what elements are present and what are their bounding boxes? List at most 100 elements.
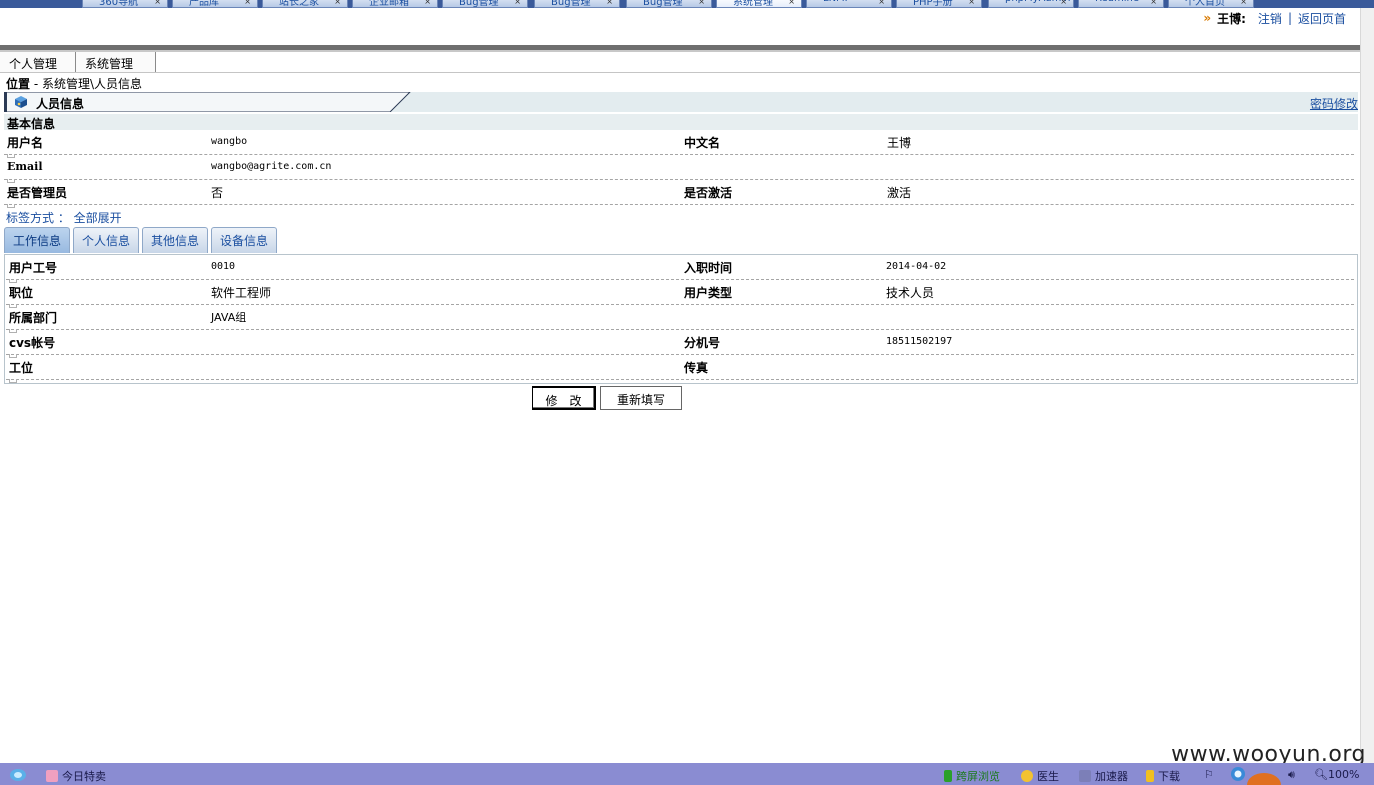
browser-tab[interactable]: 产品库 × [172,0,258,8]
close-icon[interactable]: × [878,0,885,6]
close-icon[interactable]: × [514,0,521,6]
browser-tab[interactable]: 系统管理 × [716,0,802,8]
employee-id-label: 用户工号 [9,261,58,275]
download-item[interactable]: 下载 [1146,768,1180,784]
deals-item[interactable]: 今日特卖 [46,768,106,784]
close-icon[interactable]: × [424,0,431,6]
status-badge-icon[interactable] [1244,769,1284,785]
browser-tab[interactable]: 企业邮箱 × [352,0,438,8]
doctor-item[interactable]: 医生 [1021,768,1059,784]
download-label: 下载 [1158,770,1180,783]
browser-tab-label: 360导航 [99,0,139,8]
seat-label: 工位 [9,361,34,375]
header-band-shadow [0,50,1360,52]
browser-tab[interactable]: 个人首页 × [1168,0,1254,8]
browser-tab-label: 系统管理 [733,0,773,8]
cross-screen-label: 跨屏浏览 [956,770,1000,783]
close-icon[interactable]: × [1060,0,1067,6]
browser-status-bar: 今日特卖 跨屏浏览 医生 加速器 下载 ⚐ 🔊︎ 🔍︎100% [0,763,1374,785]
is-active-value: 激活 [887,186,912,200]
username-value: wangbo [211,136,248,147]
is-active-label: 是否激活 [684,186,733,200]
close-icon[interactable]: × [1150,0,1157,6]
extension-label: 分机号 [684,336,721,350]
close-icon[interactable]: × [1240,0,1247,6]
browser-tab-label: 个人首页 [1185,0,1225,8]
change-password-link[interactable]: 密码修改 [1310,95,1358,112]
chinese-name-value: 王博 [887,136,912,150]
browser-tab-strip: 360导航 × 产品库 × 站长之家 × 企业邮箱 × Bug管理 × Bug管理 × Bug管理 × 系统… [0,0,1374,8]
rocket-icon [1079,770,1091,782]
user-bar: » 王博: 注销 | 返回页首 [1203,10,1346,26]
extension-value: 18511502197 [886,336,953,347]
browser-tab-label: Redmine [1095,0,1139,4]
doctor-label: 医生 [1037,770,1059,783]
cross-screen-item[interactable]: 跨屏浏览 [944,768,1000,784]
main-menu: 个人管理 系统管理 [0,52,156,72]
basic-row-username: 用户名 wangbo 中文名 王博 [4,130,1354,158]
browser-tab-label: Bug管理 [643,0,683,8]
close-icon[interactable]: × [968,0,975,6]
work-row-cvs: cvs帐号 分机号 18511502197 [6,330,1354,358]
tab-device-info[interactable]: 设备信息 [211,227,278,253]
employee-id-value: 0010 [211,261,236,272]
label-mode: 标签方式 ： 全部展开 [6,209,122,226]
hire-date-value: 2014-04-02 [886,261,947,272]
logout-link[interactable]: 注销 [1258,10,1282,27]
close-icon[interactable]: × [334,0,341,6]
modify-button[interactable]: 修 改 [532,386,596,410]
browser-tab[interactable]: Redmine × [1078,0,1164,8]
gift-icon [46,770,58,782]
browser-tab[interactable]: 站长之家 × [262,0,348,8]
ie-logo-icon[interactable] [8,767,28,785]
browser-tab-label: 产品库 [189,0,219,8]
basic-info-heading: 基本信息 [4,114,1358,131]
expand-all-link[interactable]: 全部展开 [74,211,122,225]
volume-icon[interactable]: 🔊︎ [1288,768,1295,782]
tab-other-info[interactable]: 其他信息 [142,227,209,253]
phone-icon [944,770,952,782]
basic-row-admin: 是否管理员 否 是否激活 激活 [4,180,1354,208]
close-icon[interactable]: × [788,0,795,6]
browser-tab[interactable]: PHP手册 × [896,0,982,8]
user-info-icon [15,96,27,108]
email-label: Email [7,160,43,173]
browser-tab[interactable]: LNMP × [806,0,892,8]
info-tabs: 工作信息 个人信息 其他信息 设备信息 [4,227,280,254]
menu-item-system[interactable]: 系统管理 [76,52,156,72]
browser-tab[interactable]: 360导航 × [82,0,168,8]
panel-title: 人员信息 [36,97,85,111]
close-icon[interactable]: × [606,0,613,6]
browser-tab-label: PHP手册 [913,0,953,8]
browser-tab[interactable]: Bug管理 × [626,0,712,8]
position-label: 职位 [9,286,34,300]
is-admin-label: 是否管理员 [7,186,68,200]
tab-work-info[interactable]: 工作信息 [4,227,71,253]
label-mode-label: 标签方式 ： [6,211,70,225]
work-row-department: 所属部门 JAVA组 [6,305,1354,333]
arrow-icon: » [1203,11,1212,25]
browser-tab-label: Bug管理 [459,0,499,8]
flag-icon[interactable]: ⚐ [1204,768,1214,781]
browser-tab[interactable]: Bug管理 × [534,0,620,8]
tab-personal-info[interactable]: 个人信息 [73,227,140,253]
close-icon[interactable]: × [698,0,705,6]
browser-tab[interactable]: Bug管理 × [442,0,528,8]
reset-button[interactable]: 重新填写 [600,386,682,410]
chinese-name-label: 中文名 [684,136,721,150]
row-marker [9,379,17,383]
zoom-item[interactable]: 🔍︎100% [1314,768,1359,781]
accelerator-item[interactable]: 加速器 [1079,768,1128,784]
close-icon[interactable]: × [154,0,161,6]
basic-row-email: Email wangbo@agrite.com.cn [4,155,1354,183]
browser-tab[interactable]: phpMyAdmin× [988,0,1074,8]
browser-tab-label: Bug管理 [551,0,591,8]
browser-tab-label: 站长之家 [279,0,319,8]
menu-divider [0,72,1360,73]
doctor-icon [1021,770,1033,782]
home-link[interactable]: 返回页首 [1298,10,1346,27]
menu-item-personal[interactable]: 个人管理 [0,52,76,72]
close-icon[interactable]: × [244,0,251,6]
user-type-value: 技术人员 [886,286,935,300]
page-scrollbar[interactable] [1360,8,1374,763]
